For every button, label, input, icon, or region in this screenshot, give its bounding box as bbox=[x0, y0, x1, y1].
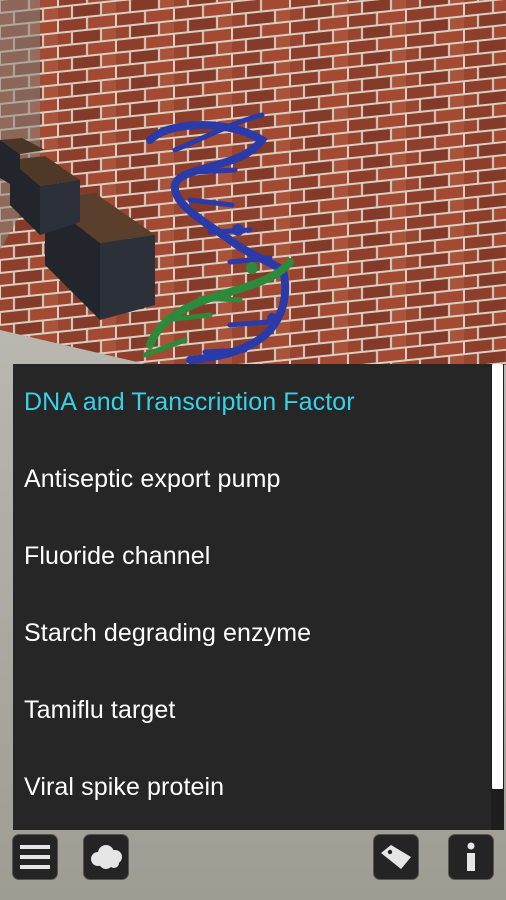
cloud-icon bbox=[91, 845, 122, 869]
tag-icon bbox=[381, 845, 411, 869]
menu-item-antiseptic-export-pump[interactable]: Antiseptic export pump bbox=[13, 441, 491, 518]
model-selection-menu: DNA and Transcription Factor Antiseptic … bbox=[13, 364, 491, 830]
hamburger-menu-icon bbox=[20, 845, 50, 869]
menu-button[interactable] bbox=[12, 834, 58, 880]
menu-item-tamiflu-target[interactable]: Tamiflu target bbox=[13, 672, 491, 749]
menu-scrollbar[interactable] bbox=[491, 364, 504, 830]
info-icon bbox=[467, 842, 475, 871]
info-button[interactable] bbox=[448, 834, 494, 880]
menu-item-dna-transcription-factor[interactable]: DNA and Transcription Factor bbox=[13, 364, 491, 441]
menu-item-fluoride-channel[interactable]: Fluoride channel bbox=[13, 518, 491, 595]
cloud-button[interactable] bbox=[83, 834, 129, 880]
menu-item-starch-degrading-enzyme[interactable]: Starch degrading enzyme bbox=[13, 595, 491, 672]
label-button[interactable] bbox=[373, 834, 419, 880]
scrollbar-thumb[interactable] bbox=[492, 364, 503, 789]
menu-item-viral-spike-protein[interactable]: Viral spike protein bbox=[13, 749, 491, 826]
